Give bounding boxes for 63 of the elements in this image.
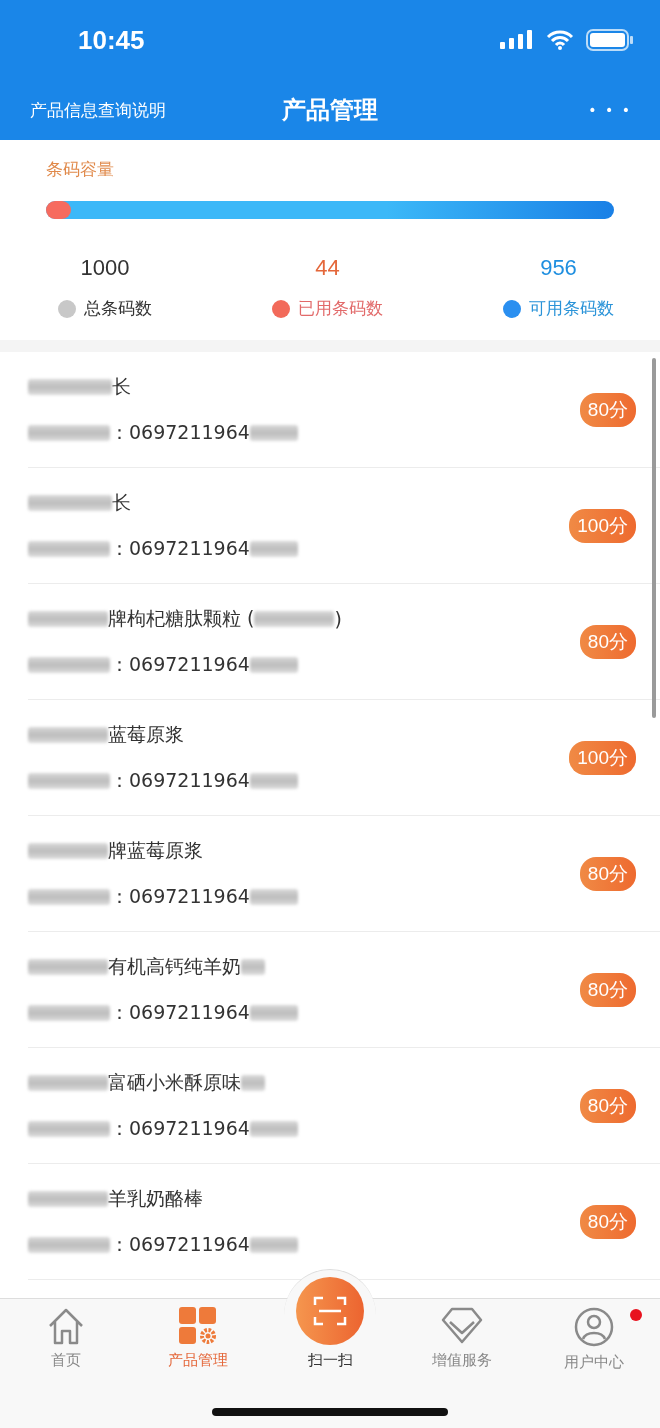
- blurred-text: [249, 540, 298, 557]
- score-badge: 100分: [569, 740, 636, 775]
- blurred-text: [249, 1004, 298, 1021]
- blurred-text: [249, 1120, 298, 1137]
- product-code: ：0697211964: [110, 883, 250, 909]
- product-name: 牌蓝莓原浆: [108, 837, 203, 863]
- help-link[interactable]: 产品信息查询说明: [30, 98, 166, 122]
- product-row[interactable]: 牌枸杞糖肽颗粒 ( ) ：0697211964 80分: [28, 584, 660, 700]
- stat-label: 已用条码数: [298, 297, 383, 320]
- scan-icon: [313, 1295, 347, 1327]
- page-title: 产品管理: [282, 96, 378, 124]
- stat-label: 可用条码数: [529, 297, 614, 320]
- product-row[interactable]: 牌蓝莓原浆 ：0697211964 80分: [28, 816, 660, 932]
- product-name: 长: [112, 373, 131, 399]
- wifi-icon: [546, 30, 574, 50]
- scan-label[interactable]: 扫一扫: [307, 1351, 353, 1370]
- blurred-text: [249, 772, 298, 789]
- product-code: ：0697211964: [110, 535, 250, 561]
- product-row[interactable]: 长 ：0697211964 80分: [28, 352, 660, 468]
- stat-value: 44: [315, 255, 340, 281]
- blurred-text: [249, 1236, 298, 1253]
- stat-value: 956: [540, 255, 577, 281]
- grid-gear-icon: [179, 1307, 217, 1345]
- product-code: ：0697211964: [110, 999, 250, 1025]
- product-code: ：0697211964: [110, 767, 250, 793]
- stat-label: 总条码数: [84, 297, 152, 320]
- diamond-icon: [441, 1307, 483, 1345]
- status-time: 10:45: [78, 24, 145, 56]
- product-name: 富硒小米酥原味: [108, 1069, 241, 1095]
- score-badge: 80分: [579, 624, 636, 659]
- product-code: ：0697211964: [110, 1231, 250, 1257]
- signal-icon: [500, 30, 534, 50]
- product-row[interactable]: 富硒小米酥原味 ：0697211964 80分: [28, 1048, 660, 1164]
- score-badge: 100分: [569, 508, 636, 543]
- product-name: 羊乳奶酪棒: [108, 1185, 203, 1211]
- more-button[interactable]: • • •: [588, 102, 632, 118]
- score-badge: 80分: [579, 1088, 636, 1123]
- user-icon: [574, 1307, 614, 1347]
- product-name: 蓝莓原浆: [108, 721, 184, 747]
- blurred-text: [249, 424, 298, 441]
- score-badge: 80分: [579, 972, 636, 1007]
- score-badge: 80分: [579, 856, 636, 891]
- product-name: 长: [112, 489, 131, 515]
- product-name-end: ): [334, 607, 342, 630]
- score-badge: 80分: [579, 392, 636, 427]
- product-name: 有机高钙纯羊奶: [108, 953, 241, 979]
- blurred-text: [249, 888, 298, 905]
- score-badge: 80分: [579, 1204, 636, 1239]
- product-row[interactable]: 长 ：0697211964 100分: [28, 468, 660, 584]
- capacity-title: 条码容量: [46, 158, 115, 181]
- battery-icon: [586, 29, 634, 51]
- tab-item[interactable]: 用户中心: [528, 1307, 660, 1372]
- product-row[interactable]: 蓝莓原浆 ：0697211964 100分: [28, 700, 660, 816]
- product-row[interactable]: 羊乳奶酪棒 ：0697211964 80分: [28, 1164, 660, 1280]
- product-code: ：0697211964: [110, 419, 250, 445]
- product-name: 牌枸杞糖肽颗粒 (: [108, 605, 255, 631]
- blurred-text: [249, 656, 298, 673]
- stat-value: 1000: [80, 255, 130, 281]
- tab-item[interactable]: 增值服务: [396, 1307, 528, 1370]
- product-code: ：0697211964: [110, 651, 250, 677]
- tab-item[interactable]: 首页: [0, 1307, 132, 1370]
- product-code: ：0697211964: [110, 1115, 250, 1141]
- product-row[interactable]: 有机高钙纯羊奶 ：0697211964 80分: [28, 932, 660, 1048]
